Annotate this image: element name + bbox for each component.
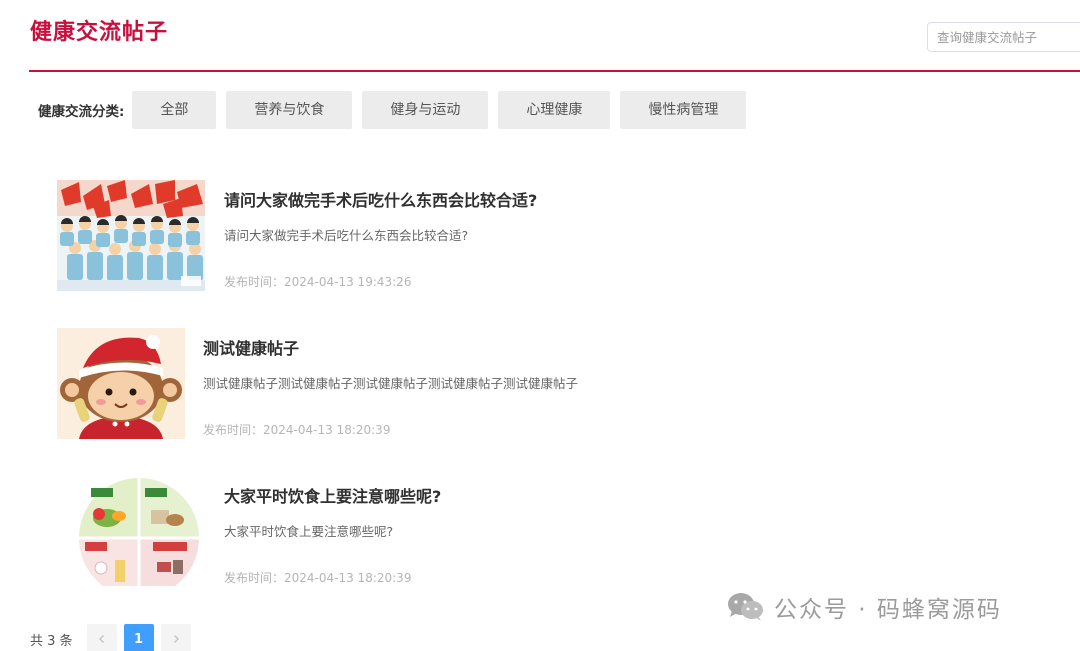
chevron-right-icon: [173, 635, 179, 643]
post-title[interactable]: 测试健康帖子: [203, 335, 299, 359]
post-summary: 大家平时饮食上要注意哪些呢?: [224, 524, 394, 539]
post-time: 发布时间：2024-04-13 19:43:26: [224, 275, 412, 289]
category-nutrition-button[interactable]: 营养与饮食: [226, 91, 353, 129]
post-title[interactable]: 请问大家做完手术后吃什么东西会比较合适?: [224, 187, 537, 211]
watermark: 公众号 · 码蜂窝源码: [726, 591, 1002, 623]
page: 健康交流帖子 健康交流分类: 全部 营养与饮食 健身与运动 心理健康 慢性病管理: [0, 0, 1080, 651]
monkey-illustration-image: [57, 328, 185, 439]
post-thumbnail-crowd[interactable]: [57, 180, 205, 291]
chevron-left-icon: [98, 635, 104, 643]
post-time: 发布时间：2024-04-13 18:20:39: [224, 571, 412, 585]
search-input[interactable]: [927, 22, 1080, 52]
category-mental-health-button[interactable]: 心理健康: [498, 91, 611, 129]
page-title: 健康交流帖子: [30, 20, 169, 45]
next-page-button[interactable]: [160, 624, 191, 651]
header-divider: [29, 70, 1080, 72]
category-bar: 健康交流分类: 全部 营养与饮食 健身与运动 心理健康 慢性病管理: [38, 91, 756, 129]
food-pyramid-chart-image: [79, 476, 203, 588]
post-summary: 测试健康帖子测试健康帖子测试健康帖子测试健康帖子测试健康帖子: [203, 376, 579, 391]
category-chronic-disease-button[interactable]: 慢性病管理: [620, 91, 747, 129]
pagination: 共 3 条 1: [30, 624, 198, 651]
post-time: 发布时间：2024-04-13 18:20:39: [203, 423, 391, 437]
post-thumbnail-food-chart[interactable]: [79, 476, 203, 588]
category-fitness-button[interactable]: 健身与运动: [362, 91, 489, 129]
prev-page-button[interactable]: [86, 624, 117, 651]
pagination-total: 共 3 条: [30, 633, 73, 649]
post-title[interactable]: 大家平时饮食上要注意哪些呢?: [224, 483, 441, 507]
header: 健康交流帖子: [0, 0, 1080, 72]
category-all-button[interactable]: 全部: [132, 91, 217, 129]
post-summary: 请问大家做完手术后吃什么东西会比较合适?: [224, 228, 469, 243]
crowd-photo-image: [57, 180, 205, 291]
post-item[interactable]: 大家平时饮食上要注意哪些呢? 大家平时饮食上要注意哪些呢? 发布时间：2024-…: [57, 476, 657, 588]
post-thumbnail-monkey[interactable]: [57, 328, 185, 439]
category-label: 健康交流分类:: [38, 104, 125, 120]
wechat-icon: [728, 593, 763, 621]
post-item[interactable]: 请问大家做完手术后吃什么东西会比较合适? 请问大家做完手术后吃什么东西会比较合适…: [57, 180, 657, 292]
post-item[interactable]: 测试健康帖子 测试健康帖子测试健康帖子测试健康帖子测试健康帖子测试健康帖子 发布…: [57, 328, 657, 440]
page-button-1[interactable]: 1: [123, 624, 154, 651]
watermark-text: 公众号 · 码蜂窝源码: [774, 597, 1002, 623]
